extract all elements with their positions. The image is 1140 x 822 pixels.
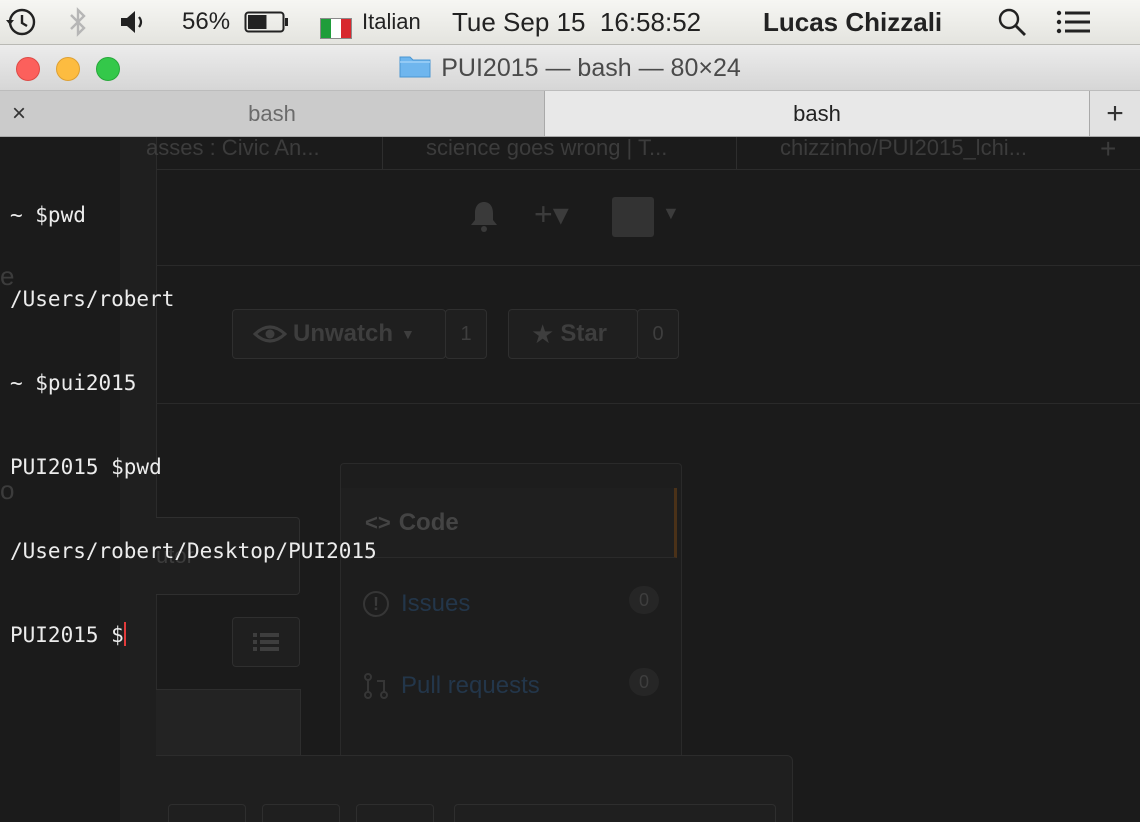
background-code-label: Code: [398, 508, 459, 536]
battery-icon[interactable]: [244, 0, 290, 44]
terminal-prompt-line[interactable]: PUI2015 $: [10, 621, 377, 649]
terminal-line: ~ $pui2015: [10, 371, 137, 395]
battery-percent[interactable]: 56%: [182, 0, 230, 44]
volume-icon[interactable]: [118, 0, 152, 44]
input-source-label[interactable]: Italian: [362, 0, 421, 44]
background-button: [356, 804, 434, 822]
background-star-button: ★ Star: [508, 309, 638, 359]
background-bell-icon: [468, 199, 500, 238]
terminal-line: PUI2015 $pwd: [10, 455, 162, 479]
background-issues-count: 0: [629, 586, 659, 614]
text-cursor: [123, 622, 126, 646]
background-star-label: Star: [560, 320, 607, 347]
background-tab-divider: [382, 137, 383, 169]
window-title-bar[interactable]: PUI2015 — bash — 80×24: [0, 45, 1140, 91]
clock[interactable]: Tue Sep 15 16:58:52: [452, 0, 701, 44]
tab-bash-1[interactable]: bash: [0, 91, 545, 136]
notification-center-icon[interactable]: [1056, 0, 1092, 44]
background-pulls-row: Pull requests: [363, 672, 540, 700]
tab-label: bash: [248, 100, 296, 126]
terminal-prompt: PUI2015 $: [10, 623, 124, 647]
menu-bar: 56% Italian Tue Sep 15 16:58:52 Lucas Ch…: [0, 0, 1140, 45]
background-issues-row: ! Issues: [363, 590, 470, 618]
background-avatar: [612, 197, 654, 237]
background-tab: chizzinho/PUI2015_lchi...: [780, 137, 1028, 160]
window-title: PUI2015 — bash — 80×24: [441, 53, 741, 82]
user-name[interactable]: Lucas Chizzali: [763, 0, 942, 44]
terminal-line: /Users/robert/Desktop/PUI2015: [10, 539, 377, 563]
terminal-line: /Users/robert: [10, 287, 175, 311]
italian-flag-icon[interactable]: [320, 0, 352, 44]
time-machine-icon[interactable]: [4, 0, 38, 44]
background-star-count: 0: [637, 309, 679, 359]
background-issues-label: Issues: [401, 590, 471, 617]
bluetooth-icon[interactable]: [66, 0, 90, 44]
background-repo-nav: <> Code ! Issues 0 Pull requests 0: [340, 463, 682, 765]
tab-bar: bash × bash +: [0, 91, 1140, 137]
background-new-tab-icon: +: [1100, 137, 1117, 164]
background-unwatch-count: 1: [445, 309, 487, 359]
new-tab-button[interactable]: +: [1090, 91, 1140, 136]
terminal-view[interactable]: asses : Civic An... science goes wrong |…: [0, 137, 1140, 822]
background-pulls-label: Pull requests: [401, 672, 540, 699]
background-button: [168, 804, 246, 822]
background-plus-icon: +▾: [534, 196, 569, 232]
background-caret-icon: ▼: [401, 326, 415, 342]
tab-bash-2[interactable]: bash: [545, 91, 1090, 136]
terminal-output[interactable]: ~ $pwd /Users/robert ~ $pui2015 PUI2015 …: [10, 145, 377, 705]
background-code-tab: <> Code: [341, 488, 677, 558]
spotlight-search-icon[interactable]: [996, 0, 1028, 44]
background-input: [454, 804, 776, 822]
background-star-icon: ★: [531, 318, 555, 349]
folder-icon: [399, 53, 431, 84]
close-tab-icon[interactable]: ×: [12, 91, 26, 136]
tab-label: bash: [793, 100, 841, 126]
terminal-line: ~ $pwd: [10, 203, 86, 227]
background-pulls-count: 0: [629, 668, 659, 696]
background-button: [262, 804, 340, 822]
background-bottom-panel: [156, 755, 793, 822]
background-tab-divider: [736, 137, 737, 169]
background-avatar-caret-icon: ▼: [662, 203, 680, 223]
background-tab: science goes wrong | T...: [426, 137, 668, 160]
